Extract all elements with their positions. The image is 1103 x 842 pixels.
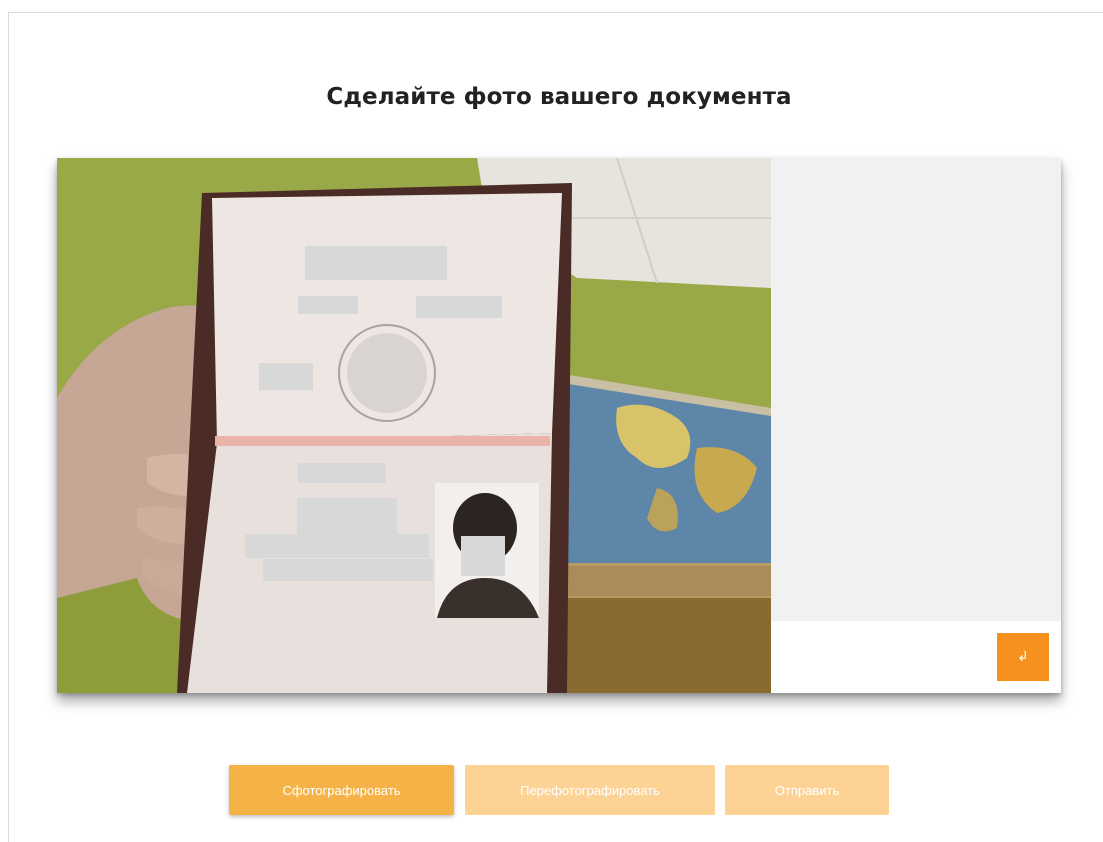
camera-feed (57, 158, 771, 693)
rotate-button[interactable]: ↲ (997, 633, 1049, 681)
snapshot-preview (771, 158, 1061, 621)
capture-button[interactable]: Сфотографировать (229, 765, 454, 815)
preview-footer: ↲ (771, 621, 1061, 693)
action-bar: Сфотографировать Перефотографировать Отп… (0, 765, 1103, 815)
page-title: Сделайте фото вашего документа (326, 84, 792, 110)
capture-panel: ↲ (57, 158, 1061, 693)
retake-button[interactable]: Перефотографировать (465, 765, 715, 815)
send-button[interactable]: Отправить (725, 765, 889, 815)
rotate-icon: ↲ (1017, 649, 1029, 665)
